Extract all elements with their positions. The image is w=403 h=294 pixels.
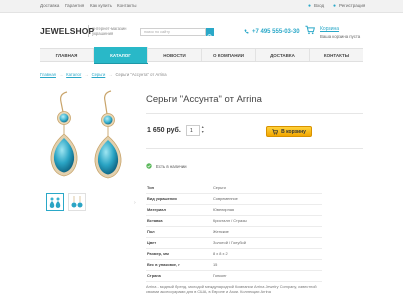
site-tagline: интернет-магазин украшения (92, 26, 127, 36)
breadcrumb: Главная → Каталог → Серьги → Серьги "Ассунта" … (40, 72, 167, 77)
breadcrumb-current: Серьги "Ассунта" от Arrina (115, 72, 167, 77)
property-key: Вес в упаковке, г (146, 259, 212, 271)
breadcrumb-home[interactable]: Главная (40, 72, 56, 77)
earrings-thumbnail (71, 196, 83, 208)
table-row: Вес в упаковке, г 15 (146, 259, 322, 271)
top-link-delivery[interactable]: Доставка (40, 3, 59, 8)
cart-status: Ваша корзина пуста (320, 34, 361, 39)
property-key: Материал (146, 204, 212, 216)
stock-status: Есть в наличии (156, 164, 187, 169)
property-key: Вставка (146, 215, 212, 227)
breadcrumb-separator: → (84, 72, 89, 77)
cart-link[interactable]: Корзина (320, 26, 339, 32)
top-link-how-to-buy[interactable]: Как купить (90, 3, 112, 8)
table-row: Цвет Золотой / Голубой (146, 237, 322, 249)
search-input[interactable]: поиск по сайту (140, 28, 206, 36)
table-row: Пол Женские (146, 226, 322, 238)
thumbnail-2[interactable] (68, 193, 86, 211)
property-key: Вид украшения (146, 193, 212, 205)
quantity-input[interactable]: 1 (186, 125, 200, 136)
table-row: Вставка Кристалл / Стразы (146, 215, 322, 227)
property-value: Современное (212, 193, 322, 205)
cart-icon[interactable] (305, 25, 315, 35)
breadcrumb-catalog[interactable]: Каталог (66, 72, 81, 77)
main-nav: ГЛАВНАЯ КАТАЛОГ НОВОСТИ О КОМПАНИИ ДОСТА… (40, 47, 363, 63)
thumbnail-1[interactable] (46, 193, 64, 211)
login-link[interactable]: Вход (314, 3, 324, 8)
nav-item-home[interactable]: ГЛАВНАЯ (40, 49, 94, 61)
register-icon: ● (333, 3, 337, 9)
property-value: 15 (212, 259, 322, 271)
nav-item-news[interactable]: НОВОСТИ (148, 49, 202, 61)
logo-divider (88, 25, 89, 37)
table-row: Размер, мм 8 x 8 x 2 (146, 248, 322, 260)
nav-item-catalog[interactable]: КАТАЛОГ (94, 47, 148, 63)
earrings-thumbnail (49, 197, 61, 208)
add-to-cart-button[interactable]: В корзину (266, 126, 312, 137)
product-price: 1 650 руб. (147, 127, 181, 134)
top-link-contacts[interactable]: Контакты (117, 3, 136, 8)
top-link-warranty[interactable]: Гарантия (65, 3, 84, 8)
property-value: Гонконг (212, 270, 322, 282)
cart-icon (272, 128, 279, 135)
search-icon (207, 34, 213, 40)
divider (146, 113, 363, 114)
product-description: Arrina - модный бренд, молодой междунаро… (146, 284, 317, 294)
search-button[interactable] (206, 28, 214, 40)
table-row: Страна Гонконг (146, 270, 322, 282)
property-key: Размер, мм (146, 248, 212, 260)
phone-number[interactable]: +7 495 555-03-30 (252, 29, 300, 35)
nav-item-contacts[interactable]: КОНТАКТЫ (310, 49, 363, 61)
property-key: Цвет (146, 237, 212, 249)
product-properties: Тип Серьги Вид украшения Современное Матер… (146, 182, 322, 282)
nav-item-delivery[interactable]: ДОСТАВКА (256, 49, 310, 61)
phone-icon (244, 29, 249, 34)
check-circle-icon (146, 163, 152, 169)
login-icon: ● (308, 3, 312, 9)
earrings-image (50, 90, 122, 179)
property-key: Пол (146, 226, 212, 238)
breadcrumb-separator: → (108, 72, 113, 77)
register-link[interactable]: Регистрация (339, 3, 365, 8)
top-bar: Доставка Гарантия Как купить Контакты ● … (0, 0, 403, 13)
product-title: Серьги "Ассунта" от Arrina (146, 94, 262, 105)
site-logo[interactable]: JEWELSHOP (40, 26, 94, 36)
table-row: Материал Ювелирная (146, 204, 322, 216)
property-value: Кристалл / Стразы (212, 215, 322, 227)
breadcrumb-earrings[interactable]: Серьги (92, 72, 106, 77)
property-value: Женские (212, 226, 322, 238)
divider (146, 148, 363, 149)
table-row: Тип Серьги (146, 182, 322, 194)
property-value: 8 x 8 x 2 (212, 248, 322, 260)
property-value: Ювелирная (212, 204, 322, 216)
breadcrumb-separator: → (58, 72, 64, 77)
add-to-cart-label: В корзину (281, 128, 306, 135)
property-value: Золотой / Голубой (212, 237, 322, 249)
quantity-stepper[interactable]: ▲ ▼ (201, 125, 206, 136)
property-key: Страна (146, 270, 212, 282)
property-value: Серьги (212, 182, 322, 194)
product-image[interactable] (41, 88, 137, 186)
chevron-right-icon[interactable]: › (134, 200, 136, 206)
property-key: Тип (146, 182, 212, 194)
nav-item-about[interactable]: О КОМПАНИИ (202, 49, 256, 61)
table-row: Вид украшения Современное (146, 193, 322, 205)
